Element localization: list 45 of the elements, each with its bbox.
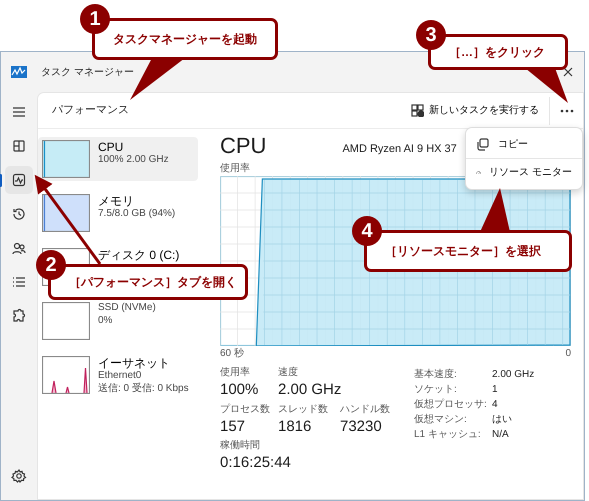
stat-value: 2.00 GHz xyxy=(278,380,342,400)
resource-detail: SSD (NVMe) xyxy=(98,302,156,314)
callout-text: ［パフォーマンス］タブを開く xyxy=(69,274,237,291)
step-number: 3 xyxy=(416,20,446,50)
stat-label: プロセス数 xyxy=(220,402,270,416)
stat-label: スレッド数 xyxy=(278,402,328,416)
graph-label: 使用率 xyxy=(220,162,250,176)
callout-text: ［リソースモニター］を選択 xyxy=(385,243,541,260)
window-title: タスク マネージャー xyxy=(41,66,135,80)
resource-name: イーサネット xyxy=(98,356,171,370)
resource-detail: Ethernet0 xyxy=(98,370,142,382)
stat-value: 157 xyxy=(220,416,246,436)
stat-label: 使用率 xyxy=(220,366,251,380)
spec-label: 仮想プロセッサ: xyxy=(414,398,488,412)
axis-label: 60 秒 xyxy=(220,346,244,361)
page-title: パフォーマンス xyxy=(52,103,130,118)
resource-detail: 0% xyxy=(98,314,114,327)
resource-detail: 100% 2.00 GHz xyxy=(98,154,169,167)
resource-detail: 7.5/8.0 GB (94%) xyxy=(98,208,176,221)
spec-value: N/A xyxy=(492,428,510,442)
cpu-model: AMD Ryzen AI 9 HX 37 xyxy=(342,142,457,156)
stat-value: 0:16:25:44 xyxy=(220,453,291,472)
callout-text: ［…］をクリック xyxy=(449,44,545,61)
resource-name: ディスク 0 (C:) xyxy=(98,248,180,262)
stat-label: ハンドル数 xyxy=(340,402,390,416)
resource-detail: 送信: 0 受信: 0 Kbps xyxy=(98,382,189,396)
stat-label: 速度 xyxy=(278,366,299,380)
spec-label: 基本速度: xyxy=(414,368,458,382)
resource-name: メモリ xyxy=(98,194,135,208)
stat-label: 稼働時間 xyxy=(220,438,261,453)
spec-label: ソケット: xyxy=(414,383,458,397)
resource-name: CPU xyxy=(98,140,124,154)
axis-label: 0 xyxy=(565,347,571,361)
spec-value: はい xyxy=(492,413,513,427)
stat-value: 1816 xyxy=(278,416,312,436)
callout-text: タスクマネージャーを起動 xyxy=(113,31,257,48)
spec-value: 1 xyxy=(492,383,499,397)
spec-value: 4 xyxy=(492,398,499,412)
spec-label: 仮想マシン: xyxy=(414,412,468,427)
spec-label: L1 キャッシュ: xyxy=(414,428,482,442)
step-number: 1 xyxy=(80,4,110,34)
spec-value: 2.00 GHz xyxy=(492,368,534,382)
detail-title: CPU xyxy=(220,135,266,157)
stat-value: 100% xyxy=(220,380,258,400)
stat-value: 73230 xyxy=(340,416,383,436)
